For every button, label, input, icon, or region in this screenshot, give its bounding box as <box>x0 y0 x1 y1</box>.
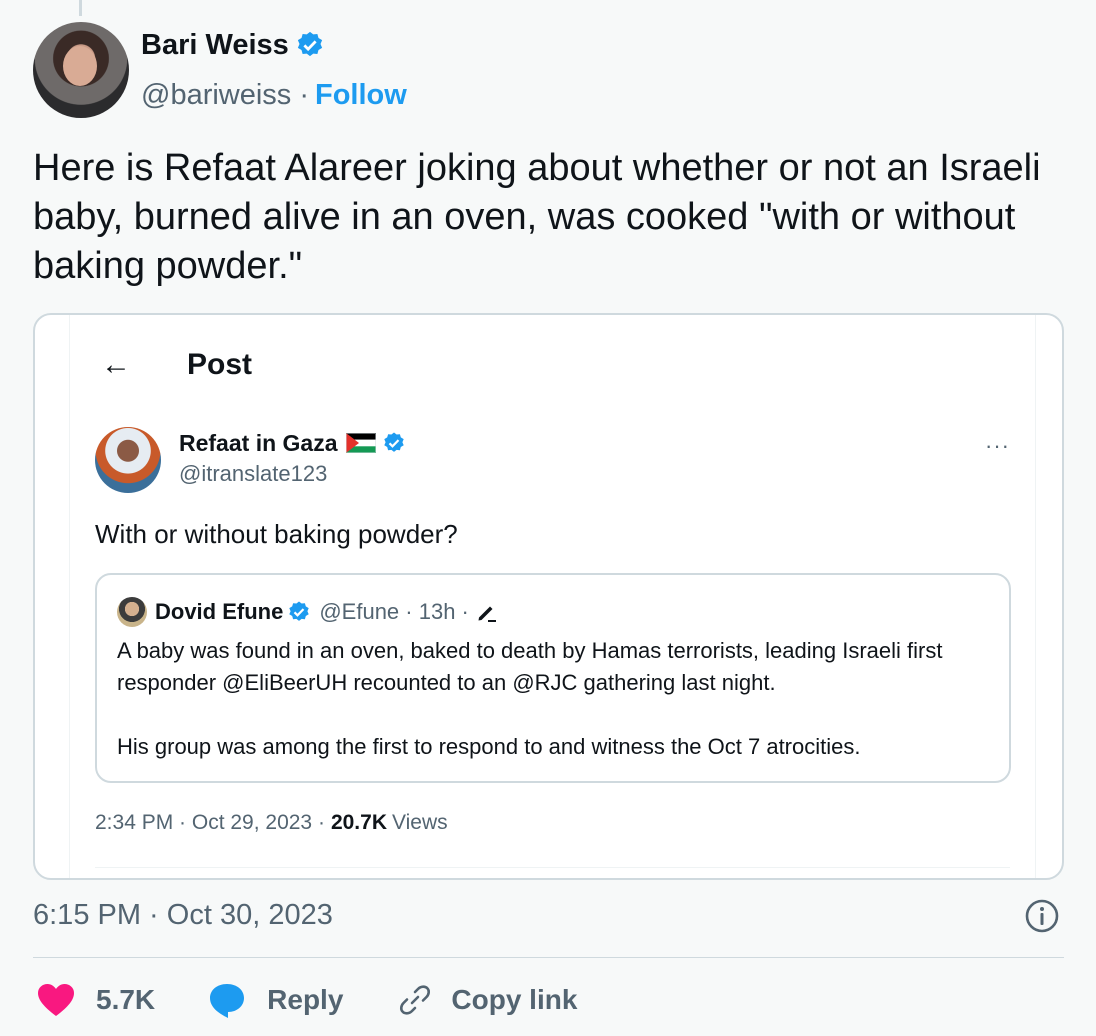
embed-divider <box>95 867 1010 868</box>
views-count: 20.7K <box>330 811 387 834</box>
post-header: ← Post <box>101 348 252 382</box>
link-icon <box>395 980 435 1020</box>
reply-label: Reply <box>267 984 344 1015</box>
edit-pencil-icon <box>475 600 499 624</box>
verified-badge-icon <box>295 30 325 60</box>
copy-link-button[interactable]: Copy link <box>395 980 577 1020</box>
author-handle[interactable]: @bariweiss <box>141 79 291 112</box>
quoted-post: Dovid Efune @Efune · 13h · A baby was fo… <box>95 573 1011 783</box>
quoted-paragraph: His group was among the first to respond… <box>117 734 861 759</box>
like-button[interactable]: 5.7K <box>36 980 155 1020</box>
action-bar: 5.7K Reply Copy link <box>36 978 629 1022</box>
embedded-author: Refaat in Gaza @itranslate123 <box>95 427 406 493</box>
embedded-name-row: Refaat in Gaza <box>179 427 406 459</box>
like-count: 5.7K <box>96 984 156 1015</box>
quoted-author-name: Dovid Efune <box>155 599 284 624</box>
heart-icon <box>36 980 76 1020</box>
embedded-author-name: Refaat in Gaza <box>179 429 338 456</box>
quoted-post-meta: @Efune · 13h · <box>319 599 469 624</box>
views-label: Views <box>392 811 448 834</box>
quoted-post-header: Dovid Efune @Efune · 13h · <box>117 597 499 627</box>
embedded-post-screenshot[interactable]: ← Post Refaat in Gaza @itranslate123 ···… <box>33 313 1064 880</box>
divider <box>33 957 1064 958</box>
embedded-post-time: 2:34 PM · Oct 29, 2023 · <box>95 811 325 834</box>
info-icon[interactable] <box>1024 898 1060 934</box>
reply-bubble-icon <box>207 980 247 1020</box>
thread-connector <box>79 0 82 16</box>
author-info: Bari Weiss @bariweiss · Follow <box>141 25 407 115</box>
embed-column-border-left <box>69 315 70 878</box>
tweet-author: Bari Weiss @bariweiss · Follow <box>33 22 407 118</box>
verified-badge-icon <box>287 600 311 624</box>
embedded-author-handle: @itranslate123 <box>179 461 328 486</box>
more-icon: ··· <box>985 433 1010 458</box>
back-arrow-icon: ← <box>101 348 131 381</box>
avatar[interactable] <box>33 22 129 118</box>
palestine-flag-icon <box>345 433 376 453</box>
tweet-text: Here is Refaat Alareer joking about whet… <box>33 147 1041 287</box>
author-name[interactable]: Bari Weiss <box>141 29 289 62</box>
separator: · <box>299 78 309 111</box>
verified-badge-icon <box>382 431 406 455</box>
embedded-post-footer: 2:34 PM · Oct 29, 2023 · 20.7K Views <box>95 811 448 835</box>
quoted-post-body: A baby was found in an oven, baked to de… <box>117 635 997 763</box>
post-header-title: Post <box>187 348 253 381</box>
quoted-avatar <box>117 597 147 627</box>
reply-button[interactable]: Reply <box>207 980 343 1020</box>
embedded-author-info: Refaat in Gaza @itranslate123 <box>179 427 406 493</box>
embedded-avatar <box>95 427 161 493</box>
handle-row: @bariweiss · Follow <box>141 75 407 115</box>
embed-column-border-right <box>1035 315 1036 878</box>
quoted-paragraph: A baby was found in an oven, baked to de… <box>117 638 943 695</box>
copy-link-label: Copy link <box>451 984 578 1015</box>
embedded-post-text: With or without baking powder? <box>95 519 458 549</box>
follow-button[interactable]: Follow <box>315 79 407 112</box>
tweet-timestamp[interactable]: 6:15 PM · Oct 30, 2023 <box>33 899 333 932</box>
author-name-row: Bari Weiss <box>141 25 407 65</box>
